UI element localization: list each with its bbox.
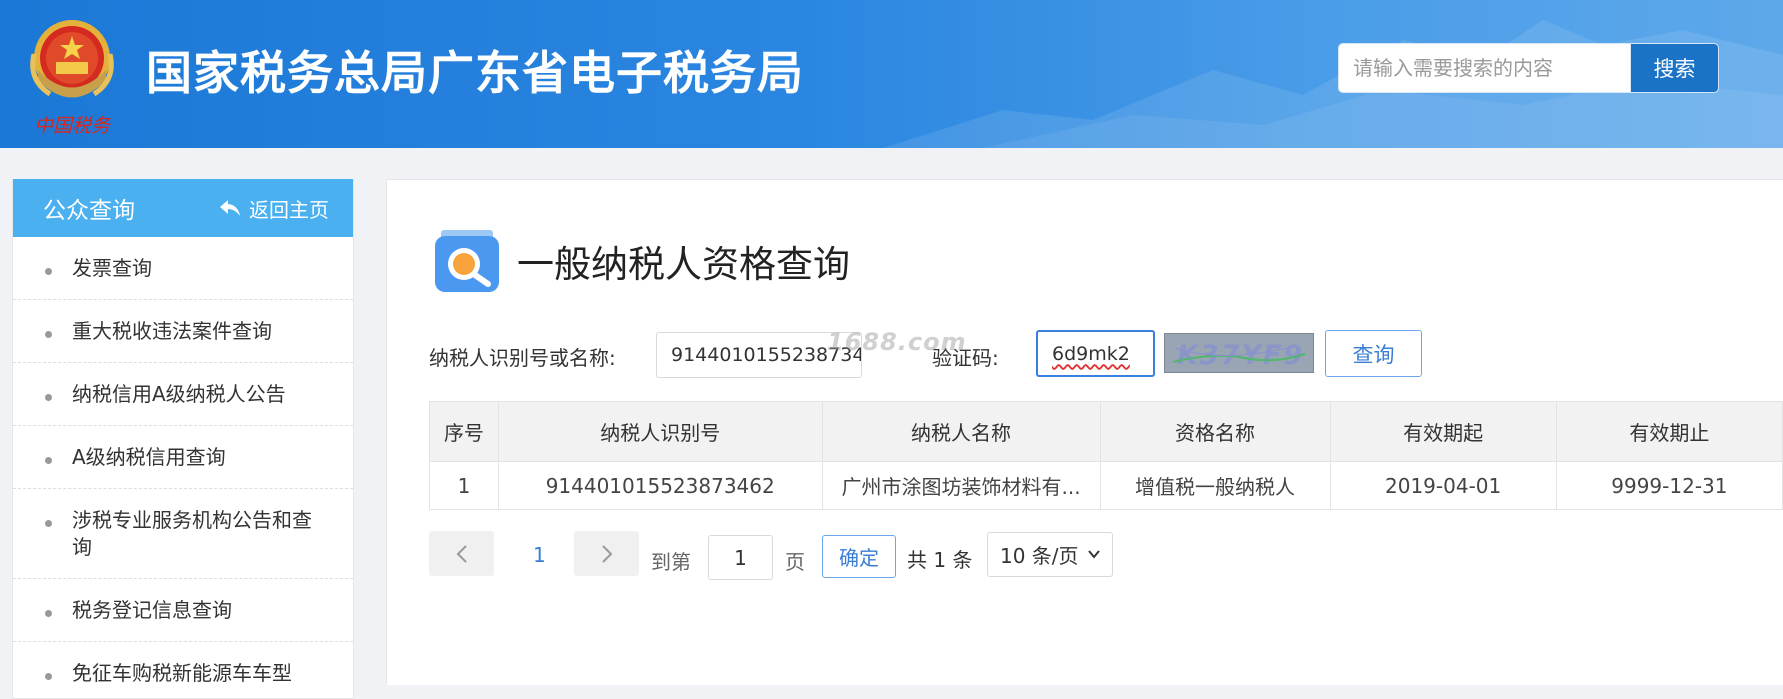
captcha-noise: K37YF9 <box>1172 340 1306 371</box>
back-home-link[interactable]: 返回主页 <box>219 194 329 223</box>
bullet-icon <box>45 673 52 680</box>
cell-taxpayer-name: 广州市涂图坊装饰材料有... <box>821 461 1101 510</box>
site-title: 国家税务总局广东省电子税务局 <box>146 46 804 100</box>
bullet-icon <box>45 394 52 401</box>
cell-qualification: 增值税一般纳税人 <box>1099 461 1331 510</box>
bullet-icon <box>45 331 52 338</box>
cell-taxpayer-id: 914401015523873462 <box>497 461 823 510</box>
bullet-icon <box>45 610 52 617</box>
page-size-select[interactable]: 10 条/页 <box>987 532 1113 577</box>
col-header-valid-to: 有效期止 <box>1555 401 1783 462</box>
sidebar-item-tax-violation-cases[interactable]: 重大税收违法案件查询 <box>13 300 353 363</box>
confirm-page-button[interactable]: 确定 <box>822 535 896 578</box>
sidebar: 公众查询 返回主页 发票查询 重大税收违法案件查询 纳税信用A级纳税人公告 A级… <box>12 179 354 699</box>
chevron-down-icon <box>1088 550 1100 559</box>
header-search: 搜索 <box>1338 43 1719 93</box>
sidebar-header: 公众查询 返回主页 <box>13 179 353 237</box>
bullet-icon <box>45 457 52 464</box>
col-header-valid-from: 有效期起 <box>1329 401 1557 462</box>
sidebar-item-label: 涉税专业服务机构公告和查询 <box>72 508 312 559</box>
sidebar-title: 公众查询 <box>43 198 135 224</box>
captcha-label: 验证码: <box>932 346 999 370</box>
captcha-input-value: 6d9mk2 <box>1052 342 1130 365</box>
sidebar-item-label: 纳税信用A级纳税人公告 <box>72 382 286 406</box>
return-arrow-icon <box>220 200 240 216</box>
emblem-script: 中国税务 <box>34 115 112 137</box>
search-input[interactable] <box>1339 44 1631 92</box>
search-query-icon <box>435 230 499 292</box>
prev-page-button[interactable] <box>429 531 494 576</box>
sidebar-item-invoice-query[interactable]: 发票查询 <box>13 237 353 300</box>
table-row: 1 914401015523873462 广州市涂图坊装饰材料有... 增值税一… <box>429 461 1783 510</box>
chevron-right-icon <box>601 544 612 563</box>
col-header-qualification: 资格名称 <box>1099 401 1331 462</box>
sidebar-item-a-level-announcement[interactable]: 纳税信用A级纳税人公告 <box>13 363 353 426</box>
search-button[interactable]: 搜索 <box>1630 44 1718 92</box>
page-unit-label: 页 <box>785 550 805 574</box>
sidebar-item-label: 免征车购税新能源车车型 <box>72 661 292 685</box>
total-count: 共 1 条 <box>907 548 973 572</box>
captcha-image[interactable]: K37YF9 <box>1164 333 1314 373</box>
cell-valid-to: 9999-12-31 <box>1555 461 1783 510</box>
sidebar-item-label: 重大税收违法案件查询 <box>72 319 272 343</box>
sidebar-item-label: 发票查询 <box>72 256 152 280</box>
next-page-button[interactable] <box>574 531 639 576</box>
page-size-value: 10 条/页 <box>1000 544 1079 568</box>
sidebar-item-registration-info[interactable]: 税务登记信息查询 <box>13 579 353 642</box>
col-header-taxpayer-id: 纳税人识别号 <box>497 401 823 462</box>
cell-index: 1 <box>429 461 499 510</box>
col-header-index: 序号 <box>429 401 499 462</box>
query-button[interactable]: 查询 <box>1325 330 1422 377</box>
page-number-current[interactable]: 1 <box>533 543 546 567</box>
page-title: 一般纳税人资格查询 <box>517 243 850 286</box>
sidebar-item-label: 税务登记信息查询 <box>72 598 232 622</box>
taxpayer-id-label: 纳税人识别号或名称: <box>429 346 616 370</box>
goto-page-input[interactable]: 1 <box>708 535 773 580</box>
goto-label: 到第 <box>651 550 691 574</box>
bullet-icon <box>45 268 52 275</box>
bullet-icon <box>45 520 52 527</box>
sidebar-item-tax-service-agencies[interactable]: 涉税专业服务机构公告和查询 <box>13 489 353 579</box>
col-header-taxpayer-name: 纳税人名称 <box>821 401 1101 462</box>
chevron-left-icon <box>456 544 467 563</box>
site-header: 中国税务 国家税务总局广东省电子税务局 搜索 <box>0 0 1783 148</box>
back-home-label: 返回主页 <box>249 197 329 222</box>
national-emblem-icon: 中国税务 <box>30 20 114 137</box>
captcha-input[interactable]: 6d9mk2 <box>1036 330 1155 377</box>
table-header-row: 序号 纳税人识别号 纳税人名称 资格名称 有效期起 有效期止 <box>429 401 1783 462</box>
main-panel: 一般纳税人资格查询 纳税人识别号或名称: 914401015523873462 … <box>386 179 1783 685</box>
sidebar-item-ev-tax-exemption[interactable]: 免征车购税新能源车车型 <box>13 642 353 698</box>
cell-valid-from: 2019-04-01 <box>1329 461 1557 510</box>
sidebar-item-a-level-credit-query[interactable]: A级纳税信用查询 <box>13 426 353 489</box>
taxpayer-id-input[interactable]: 914401015523873462 <box>656 332 862 378</box>
sidebar-item-label: A级纳税信用查询 <box>72 445 226 469</box>
result-table: 序号 纳税人识别号 纳税人名称 资格名称 有效期起 有效期止 1 9144010… <box>429 401 1783 510</box>
